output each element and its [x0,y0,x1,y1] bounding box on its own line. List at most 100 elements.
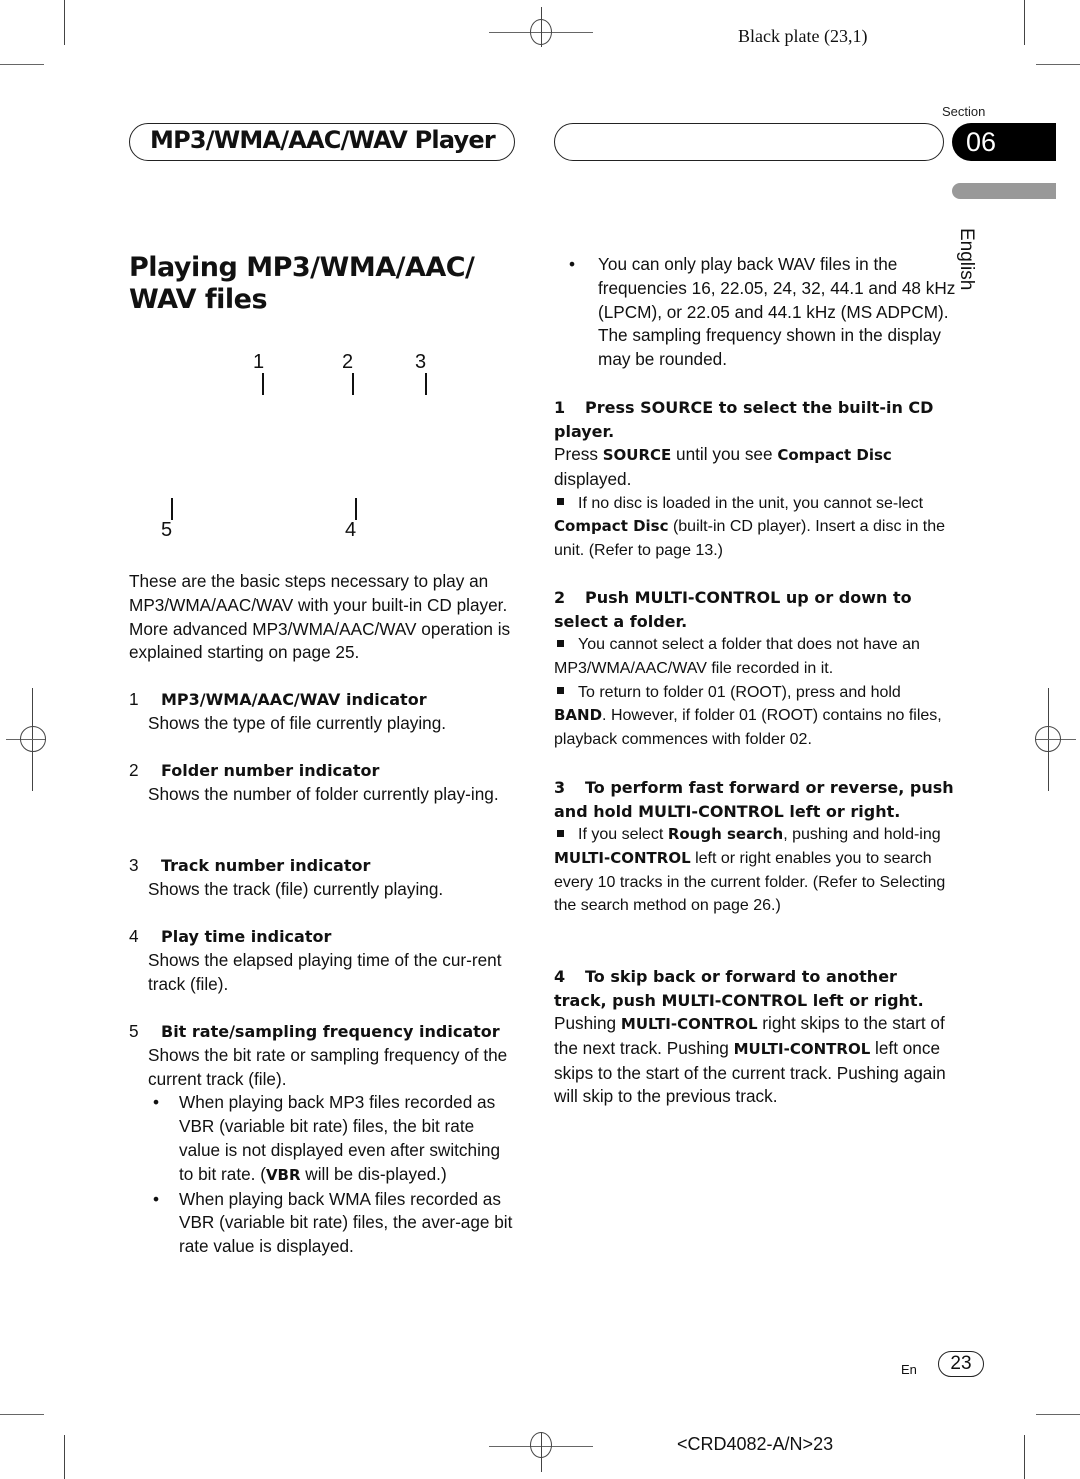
note-square-icon [557,829,564,837]
crop-mark [64,1435,65,1479]
step-body: Pushing MULTI-CONTROL right skips to the… [554,1012,954,1109]
crop-mark [64,0,65,45]
registration-mark-icon [530,1432,552,1458]
page-number: 23 [938,1351,984,1377]
text: Pushing [554,1013,621,1033]
callout-3: 3 [415,351,427,373]
step-title: To skip back or forward to another track… [554,967,924,1010]
indicator-item-4: 4 Play time indicator Shows the elapsed p… [129,925,529,996]
item-description: Shows the track (file) currently playing… [148,878,444,899]
button-name: MULTI-CONTROL [620,1015,758,1033]
text: If you select [578,826,668,843]
item-title: Play time indicator [161,927,332,946]
step-2: 2 Push MULTI-CONTROL up or down to select… [554,586,954,752]
display-text: Compact Disc [554,517,669,536]
step-number: 1 [554,398,566,417]
item-title: Track number indicator [161,856,371,875]
callout-5-leader [171,498,173,520]
step-1: 1 Press SOURCE to select the built-in CD … [554,396,954,563]
step-4: 4 To skip back or forward to another trac… [554,965,954,1109]
section-number-tab: 06 [952,123,1056,161]
display-text: Compact Disc [777,446,892,464]
indicator-item-1: 1 MP3/WMA/AAC/WAV indicator Shows the typ… [129,688,529,736]
text: Press [554,444,603,464]
page-heading: Playing MP3/WMA/AAC/ WAV files [129,252,475,316]
button-name: MULTI-CONTROL [554,848,691,867]
item-number: 2 [129,760,139,780]
step-heading: 1 Press SOURCE to select the built-in CD … [554,396,954,443]
step-title: Push MULTI-CONTROL up or down to select … [554,588,912,631]
step-number: 3 [554,778,566,797]
item-description: Shows the bit rate or sampling frequency… [148,1044,508,1089]
bullet-icon: • [153,1092,160,1113]
crop-mark [1024,1435,1025,1479]
callout-1: 1 [253,351,265,373]
intro-paragraph: These are the basic steps necessary to p… [129,571,511,663]
item-number: 5 [129,1021,139,1041]
text: until you see [671,444,778,464]
indicator-item-2: 2 Folder number indicator Shows the numbe… [129,759,529,807]
crop-mark [1036,64,1080,65]
menu-name: Rough search [667,825,784,843]
callout-1-leader [262,373,264,395]
item-5-bullets: • When playing back MP3 files recorded a… [129,1091,529,1259]
step-note: To return to folder 01 (ROOT), press and… [554,681,954,752]
indicator-item-5: 5 Bit rate/sampling frequency indicator S… [129,1020,529,1259]
item-number: 3 [129,855,139,875]
text: , pushing and hold-ing [783,826,941,843]
step-heading: 3 To perform fast forward or reverse, pus… [554,776,954,823]
page-heading-line1: Playing MP3/WMA/AAC/ [129,252,475,283]
plate-label: Black plate (23,1) [738,26,868,46]
registration-mark-icon [530,19,552,45]
wav-frequency-note: • You can only play back WAV files in th… [569,253,961,372]
button-name: SOURCE [602,446,672,464]
bullet-text-part: will be dis-played.) [300,1163,447,1184]
bullet-icon: • [569,254,576,274]
callout-4: 4 [345,519,357,541]
callout-5: 5 [161,519,173,541]
item-description: Shows the elapsed playing time of the cu… [148,949,502,994]
text: If no disc is loaded in the unit, you ca… [578,494,924,512]
callout-2-leader [352,373,354,395]
step-title: To perform fast forward or reverse, push… [554,778,954,821]
item-description: Shows the type of file currently playing… [148,712,447,733]
step-number: 2 [554,588,566,607]
text: You cannot select a folder that does not… [554,636,920,677]
language-tab [952,183,1056,199]
bullet-text: When playing back MP3 files recorded as … [179,1091,514,1187]
crop-mark [1024,0,1025,45]
footer-lang-code: En [901,1362,917,1377]
page-heading-line2: WAV files [129,284,268,315]
item-title: MP3/WMA/AAC/WAV indicator [161,690,427,709]
note-square-icon [557,498,564,506]
crop-mark [0,1414,44,1415]
button-name: BAND [554,706,603,725]
footer-code: <CRD4082-A/N>23 [677,1434,834,1454]
callout-4-leader [355,498,357,520]
bullet-text: When playing back WMA files recorded as … [179,1188,513,1257]
chapter-title-pill: MP3/WMA/AAC/WAV Player [129,123,515,161]
item-number: 4 [129,926,139,946]
crop-mark [0,64,44,65]
crop-mark [1036,1414,1080,1415]
registration-mark-icon [1035,726,1061,752]
text: . However, if folder 01 (ROOT) contains … [554,707,942,749]
step-note: You cannot select a folder that does not… [554,633,954,681]
bullet-item: • When playing back WMA files recorded a… [148,1188,529,1259]
bullet-item: • When playing back MP3 files recorded a… [148,1091,529,1187]
text: displayed. [554,468,632,489]
bullet-icon: • [153,1188,160,1209]
item-number: 1 [129,689,139,709]
item-title: Bit rate/sampling frequency indicator [161,1022,500,1041]
section-label: Section [942,104,986,119]
registration-mark-icon [20,726,46,752]
bullet-text-bold: VBR [265,1165,301,1184]
text: To return to folder 01 (ROOT), press and… [578,683,901,701]
wav-frequency-text: You can only play back WAV files in the … [598,254,956,370]
note-square-icon [557,687,564,695]
step-body: Press SOURCE until you see Compact Disc … [554,443,954,492]
item-title: Folder number indicator [161,761,380,780]
callout-3-leader [425,373,427,395]
indicator-item-3: 3 Track number indicator Shows the track … [129,854,529,902]
step-heading: 4 To skip back or forward to another trac… [554,965,954,1012]
